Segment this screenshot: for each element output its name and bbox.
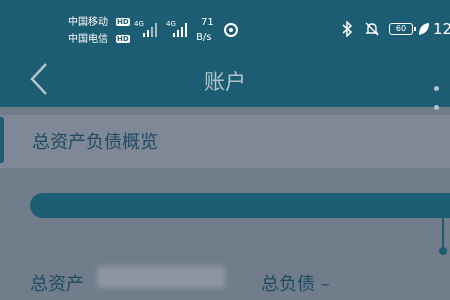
total-assets-value-redacted: [97, 266, 225, 288]
total-assets-label: 总资产: [30, 274, 84, 295]
status-bar: 中国移动 HD 中国电信 HD 4G 4G 71 B/s 60 12: [0, 0, 450, 52]
section-title: 总资产负债概览: [32, 132, 158, 153]
clock: 12: [433, 20, 450, 38]
speed-value: 71: [201, 17, 214, 28]
page-title: 账户: [204, 70, 246, 94]
battery-indicator: 60: [389, 23, 416, 35]
app-header: 账户: [0, 52, 450, 110]
nfc-icon: [224, 23, 238, 37]
section-accent-bar: [0, 117, 4, 163]
total-liabilities-label: 总负债 –: [261, 274, 330, 295]
section-header: 总资产负债概览: [0, 115, 450, 168]
bluetooth-icon: [342, 21, 353, 37]
asset-liability-progress-bar: [30, 193, 450, 218]
carrier-1: 中国移动: [68, 17, 108, 28]
progress-marker-line: [442, 193, 444, 253]
hd-badge-2: HD: [116, 35, 130, 43]
leaf-icon: [419, 23, 429, 35]
hd-badge-1: HD: [116, 18, 130, 26]
speed-unit: B/s: [196, 32, 212, 43]
signal-icon: [173, 23, 187, 37]
more-icon[interactable]: [434, 76, 450, 114]
signal-icon: [143, 23, 157, 37]
carrier-2: 中国电信: [68, 34, 108, 45]
progress-marker-dot: [439, 247, 447, 255]
mute-bell-icon: [365, 22, 379, 36]
